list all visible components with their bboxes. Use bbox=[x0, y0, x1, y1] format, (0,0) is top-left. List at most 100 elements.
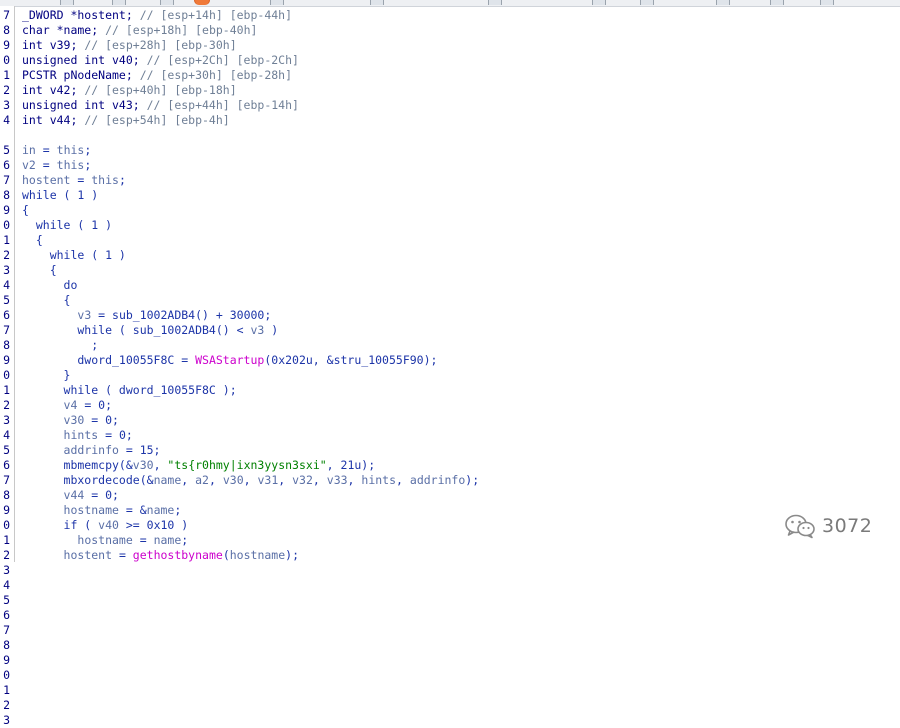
line-number: 7 bbox=[3, 323, 10, 337]
code-line[interactable]: if ( v40 >= 0x10 ) bbox=[22, 518, 900, 533]
tab[interactable] bbox=[112, 0, 126, 5]
code-line[interactable]: v3 = sub_1002ADB4() + 30000; bbox=[22, 308, 900, 323]
code-line[interactable]: hostname = name; bbox=[22, 533, 900, 548]
line-number: 4 bbox=[3, 428, 10, 442]
code-token: ; bbox=[84, 143, 92, 157]
code-line[interactable]: addrinfo = 15; bbox=[22, 443, 900, 458]
code-token: char *name; bbox=[22, 23, 106, 37]
watermark: 3072 bbox=[784, 512, 872, 540]
code-token: hostname bbox=[77, 533, 133, 547]
code-line[interactable]: unsigned int v40; // [esp+2Ch] [ebp-2Ch] bbox=[22, 53, 900, 68]
tab[interactable] bbox=[640, 0, 654, 5]
code-token: hostname bbox=[63, 503, 119, 517]
tab[interactable] bbox=[820, 0, 834, 5]
code-token: ); bbox=[465, 473, 480, 487]
line-number: 8 bbox=[3, 188, 10, 202]
code-line[interactable]: int v42; // [esp+40h] [ebp-18h] bbox=[22, 83, 900, 98]
code-line[interactable]: v2 = this; bbox=[22, 158, 900, 173]
code-line[interactable]: v4 = 0; bbox=[22, 398, 900, 413]
tab[interactable] bbox=[370, 0, 384, 5]
code-line[interactable]: dword_10055F8C = WSAStartup(0x202u, &str… bbox=[22, 353, 900, 368]
code-line[interactable]: { bbox=[22, 203, 900, 218]
code-token: addrinfo bbox=[409, 473, 466, 487]
line-number: 6 bbox=[3, 308, 10, 322]
line-number: 0 bbox=[3, 518, 10, 532]
code-line[interactable]: hostent = this; bbox=[22, 173, 900, 188]
code-line[interactable]: while ( dword_10055F8C ); bbox=[22, 383, 900, 398]
code-token: name bbox=[153, 473, 182, 487]
tab[interactable] bbox=[488, 0, 502, 5]
code-token: // [esp+18h] [ebp-40h] bbox=[105, 23, 258, 37]
code-line[interactable]: _DWORD *hostent; // [esp+14h] [ebp-44h] bbox=[22, 8, 900, 23]
code-line[interactable]: while ( 1 ) bbox=[22, 188, 900, 203]
code-line[interactable]: { bbox=[22, 293, 900, 308]
code-line[interactable]: mbxordecode(&name, a2, v30, v31, v32, v3… bbox=[22, 473, 900, 488]
tab-active[interactable] bbox=[194, 0, 210, 5]
code-token: v3 bbox=[250, 323, 265, 337]
wechat-icon bbox=[785, 514, 815, 539]
code-line[interactable]: while ( sub_1002ADB4() < v3 ) bbox=[22, 323, 900, 338]
code-token: v40 bbox=[98, 518, 119, 532]
pseudocode-view[interactable]: _DWORD *hostent; // [esp+14h] [ebp-44h] c… bbox=[22, 8, 900, 563]
code-line[interactable]: ; bbox=[22, 338, 900, 353]
code-line[interactable]: int v39; // [esp+28h] [ebp-30h] bbox=[22, 38, 900, 53]
line-number: 5 bbox=[3, 443, 10, 457]
code-token: { bbox=[22, 263, 57, 277]
code-line[interactable]: do bbox=[22, 278, 900, 293]
code-token: = 15; bbox=[118, 443, 161, 457]
code-line[interactable]: in = this; bbox=[22, 143, 900, 158]
code-line[interactable] bbox=[22, 128, 900, 143]
line-number: 7 bbox=[3, 173, 10, 187]
code-token: ); bbox=[285, 548, 299, 562]
code-token: this bbox=[56, 158, 85, 172]
code-line[interactable]: unsigned int v43; // [esp+44h] [ebp-14h] bbox=[22, 98, 900, 113]
code-token: v30 bbox=[132, 458, 154, 472]
code-token: , bbox=[153, 458, 168, 472]
tab[interactable] bbox=[270, 0, 284, 5]
tab[interactable] bbox=[770, 0, 784, 5]
code-token: = 0; bbox=[77, 398, 113, 412]
line-number: 1 bbox=[3, 533, 10, 547]
code-line[interactable]: char *name; // [esp+18h] [ebp-40h] bbox=[22, 23, 900, 38]
tab[interactable] bbox=[592, 0, 606, 5]
code-token: , bbox=[312, 473, 327, 487]
code-line[interactable]: while ( 1 ) bbox=[22, 218, 900, 233]
line-number: 0 bbox=[3, 218, 10, 232]
tab[interactable] bbox=[60, 0, 74, 5]
code-line[interactable]: v44 = 0; bbox=[22, 488, 900, 503]
code-token: PCSTR pNodeName; bbox=[22, 68, 140, 82]
code-line[interactable]: mbmemcpy(&v30, "ts{r0hmy|ixn3yysn3sxi", … bbox=[22, 458, 900, 473]
code-token: if ( bbox=[22, 518, 99, 532]
code-token: int v42; bbox=[22, 83, 85, 97]
code-token: addrinfo bbox=[63, 443, 119, 457]
code-token: = bbox=[35, 158, 57, 172]
code-line[interactable]: hostent = gethostbyname(hostname); bbox=[22, 548, 900, 563]
code-line[interactable]: int v44; // [esp+54h] [ebp-4h] bbox=[22, 113, 900, 128]
line-number: 0 bbox=[3, 53, 10, 67]
line-number: 1 bbox=[3, 233, 10, 247]
line-number: 5 bbox=[3, 143, 10, 157]
code-token: ( bbox=[222, 548, 230, 562]
code-line[interactable]: v30 = 0; bbox=[22, 413, 900, 428]
code-line[interactable]: PCSTR pNodeName; // [esp+30h] [ebp-28h] bbox=[22, 68, 900, 83]
line-number: 7 bbox=[3, 473, 10, 487]
code-line[interactable]: hostname = &name; bbox=[22, 503, 900, 518]
code-line[interactable]: while ( 1 ) bbox=[22, 248, 900, 263]
tab[interactable] bbox=[716, 0, 730, 5]
code-line[interactable]: } bbox=[22, 368, 900, 383]
line-number: 9 bbox=[3, 353, 10, 367]
code-token: >= 0x10 ) bbox=[118, 518, 189, 532]
line-number: 3 bbox=[3, 563, 10, 577]
code-token: { bbox=[22, 293, 71, 307]
code-token: // [esp+2Ch] [ebp-2Ch] bbox=[146, 53, 299, 67]
line-number: 2 bbox=[3, 398, 10, 412]
line-number: 9 bbox=[3, 503, 10, 517]
code-token: this bbox=[56, 143, 85, 157]
code-line[interactable]: { bbox=[22, 263, 900, 278]
code-line[interactable]: { bbox=[22, 233, 900, 248]
tab[interactable] bbox=[160, 0, 174, 5]
code-line[interactable]: hints = 0; bbox=[22, 428, 900, 443]
code-token: , 21u); bbox=[326, 458, 376, 472]
